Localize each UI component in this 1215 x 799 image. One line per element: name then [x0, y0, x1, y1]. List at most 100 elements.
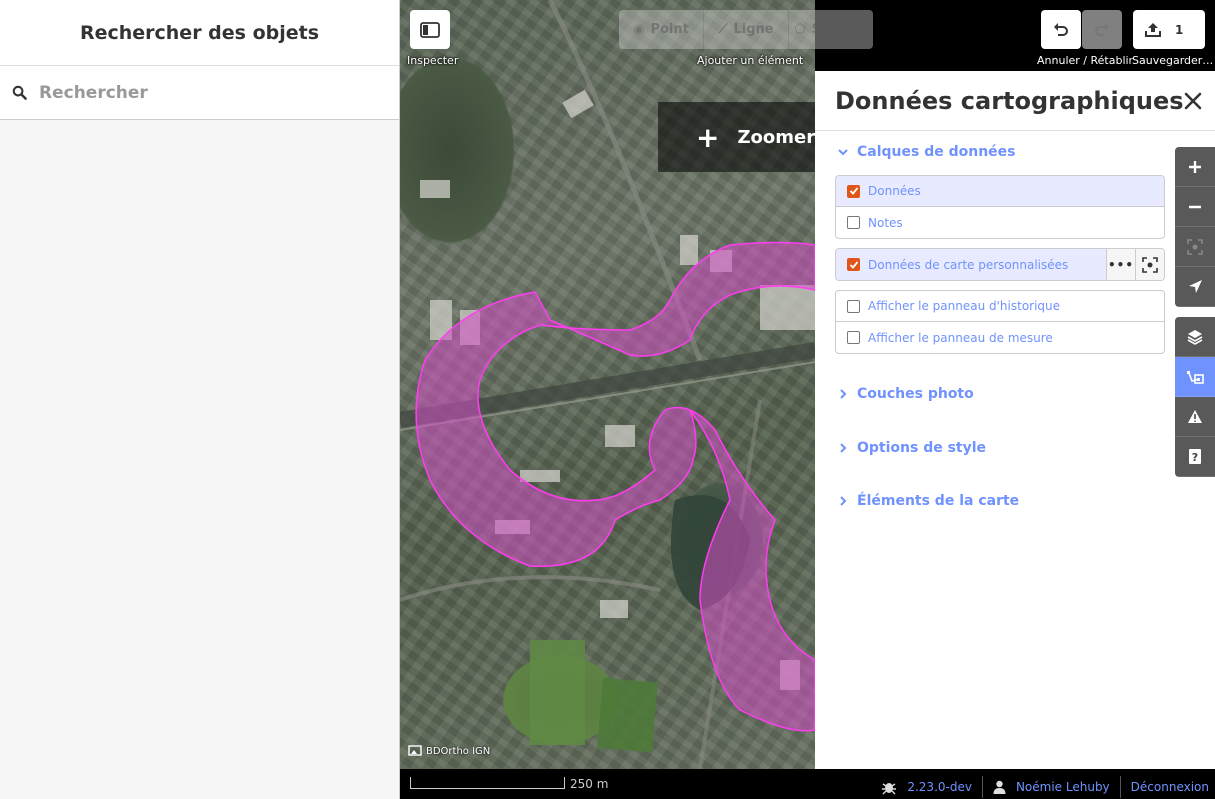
chevron-down-icon	[838, 149, 848, 156]
layers-icon	[1187, 329, 1203, 345]
point-icon: ◉	[633, 22, 645, 37]
background-pane-button[interactable]	[1175, 317, 1215, 357]
add-feature-label: Ajouter un élément	[697, 54, 804, 67]
add-point-label: Point	[650, 22, 689, 37]
map-data-pane-button[interactable]	[1175, 357, 1215, 397]
checkbox-icon[interactable]	[847, 331, 860, 344]
version-link[interactable]: 2.23.0-dev	[907, 780, 972, 794]
pane-title: Données cartographiques	[835, 86, 1184, 115]
layer-notes[interactable]: Notes	[836, 207, 1164, 238]
search-icon	[12, 85, 27, 100]
help-icon: ?	[1189, 449, 1201, 464]
user-name-link[interactable]: Noémie Lehuby	[1016, 780, 1110, 794]
svg-text:?: ?	[1192, 451, 1198, 464]
data-layers-list: Données Notes	[835, 175, 1165, 239]
layer-notes-label: Notes	[868, 215, 903, 230]
add-line-button[interactable]: ⟋ Ligne	[704, 10, 789, 49]
location-arrow-icon	[1188, 280, 1202, 293]
style-options-section-toggle[interactable]: Options de style	[837, 440, 986, 456]
upload-icon	[1145, 22, 1161, 37]
redo-icon	[1095, 22, 1109, 36]
area-icon: ⬠	[794, 22, 806, 37]
user-icon	[993, 780, 1006, 794]
layer-custom-data[interactable]: Données de carte personnalisées •••	[836, 249, 1164, 280]
undo-redo-label: Annuler / Rétablir	[1037, 54, 1134, 67]
imagery-attribution-label: BDOrtho IGN	[426, 745, 491, 757]
search-input[interactable]	[39, 82, 379, 103]
imagery-icon	[408, 745, 422, 756]
scale-label: 250 m	[570, 777, 609, 791]
geolocate-button[interactable]	[1175, 267, 1215, 307]
map-features-section-toggle[interactable]: Éléments de la carte	[837, 493, 1019, 509]
history-panel-label: Afficher le panneau d'historique	[868, 299, 1061, 313]
add-point-button[interactable]: ◉ Point	[619, 10, 704, 49]
measurement-panel-toggle[interactable]: Afficher le panneau de mesure	[836, 322, 1164, 353]
minus-icon	[1189, 205, 1201, 208]
line-icon: ⟋	[718, 22, 728, 37]
chevron-right-icon	[840, 496, 847, 506]
map-controls: ?	[1175, 147, 1215, 487]
layer-custom-label: Données de carte personnalisées	[868, 257, 1069, 272]
add-line-label: Ligne	[733, 22, 774, 37]
map-features-section-title: Éléments de la carte	[857, 493, 1020, 509]
map-data-pane: Données cartographiques Calques de donné…	[815, 71, 1215, 769]
layer-osm-data[interactable]: Données	[836, 176, 1164, 207]
sidebar-toggle-icon	[420, 21, 440, 38]
zoom-in-button[interactable]	[1175, 147, 1215, 187]
footer-divider	[1119, 776, 1121, 798]
zoom-out-button[interactable]	[1175, 187, 1215, 227]
footer-info: 2.23.0-dev Noémie Lehuby Déconnexion	[881, 776, 1209, 798]
photo-overlays-section-toggle[interactable]: Couches photo	[837, 386, 974, 402]
measurement-panel-label: Afficher le panneau de mesure	[868, 330, 1053, 345]
close-icon[interactable]	[1181, 89, 1205, 113]
redo-button[interactable]	[1082, 10, 1122, 49]
save-label: Sauvegarder…	[1132, 54, 1214, 67]
bug-icon[interactable]	[881, 779, 897, 795]
add-area-label: Surface	[811, 22, 868, 37]
history-panel-toggle[interactable]: Afficher le panneau d'historique	[836, 291, 1164, 322]
help-pane-button[interactable]: ?	[1175, 437, 1215, 477]
issues-pane-button[interactable]	[1175, 397, 1215, 437]
data-layers-section-toggle[interactable]: Calques de données	[837, 144, 1016, 160]
feature-search-sidebar: Rechercher des objets	[0, 0, 400, 799]
plus-icon: +	[696, 120, 720, 154]
checkbox-icon[interactable]	[847, 216, 860, 229]
add-area-button[interactable]: ⬠ Surface	[789, 10, 873, 49]
map-data-icon	[1187, 370, 1204, 384]
footer-divider	[981, 776, 983, 798]
add-feature-group: ◉ Point ⟋ Ligne ⬠ Surface	[619, 10, 873, 49]
custom-data-layer-list: Données de carte personnalisées •••	[835, 248, 1165, 281]
undo-button[interactable]	[1041, 10, 1081, 49]
data-layers-section-title: Calques de données	[857, 144, 1016, 160]
more-icon: •••	[1107, 257, 1134, 272]
undo-icon	[1054, 22, 1068, 36]
zoom-controls	[1175, 147, 1215, 307]
inspect-button[interactable]	[410, 10, 450, 49]
sidebar-header: Rechercher des objets	[0, 0, 399, 66]
checkbox-checked-icon[interactable]	[847, 258, 860, 271]
save-count: 1	[1175, 22, 1184, 37]
custom-data-options-button[interactable]: •••	[1106, 249, 1135, 280]
logout-link[interactable]: Déconnexion	[1131, 780, 1209, 794]
imagery-attribution: BDOrtho IGN	[408, 745, 490, 757]
pane-controls: ?	[1175, 317, 1215, 477]
checkbox-icon[interactable]	[847, 299, 860, 313]
inspect-label: Inspecter	[407, 54, 459, 67]
plus-icon	[1189, 160, 1201, 173]
layer-osm-label: Données	[868, 184, 921, 198]
zoom-to-edit-button[interactable]: + Zoomer pour modifier	[658, 102, 815, 172]
zoom-to-icon	[1142, 256, 1158, 273]
chevron-right-icon	[840, 389, 847, 399]
checkbox-checked-icon[interactable]	[847, 184, 860, 198]
zoom-to-selection-button[interactable]	[1175, 227, 1215, 267]
zoom-to-icon	[1187, 238, 1203, 255]
style-options-section-title: Options de style	[857, 440, 987, 456]
sidebar-title: Rechercher des objets	[79, 21, 320, 44]
pane-header: Données cartographiques	[815, 71, 1215, 131]
scale-bar[interactable]	[410, 777, 565, 789]
zoom-to-data-button[interactable]	[1135, 249, 1164, 280]
save-button[interactable]: 1	[1133, 10, 1205, 49]
panels-list: Afficher le panneau d'historique Affiche…	[835, 290, 1165, 354]
search-bar	[0, 66, 399, 120]
chevron-right-icon	[840, 443, 847, 453]
